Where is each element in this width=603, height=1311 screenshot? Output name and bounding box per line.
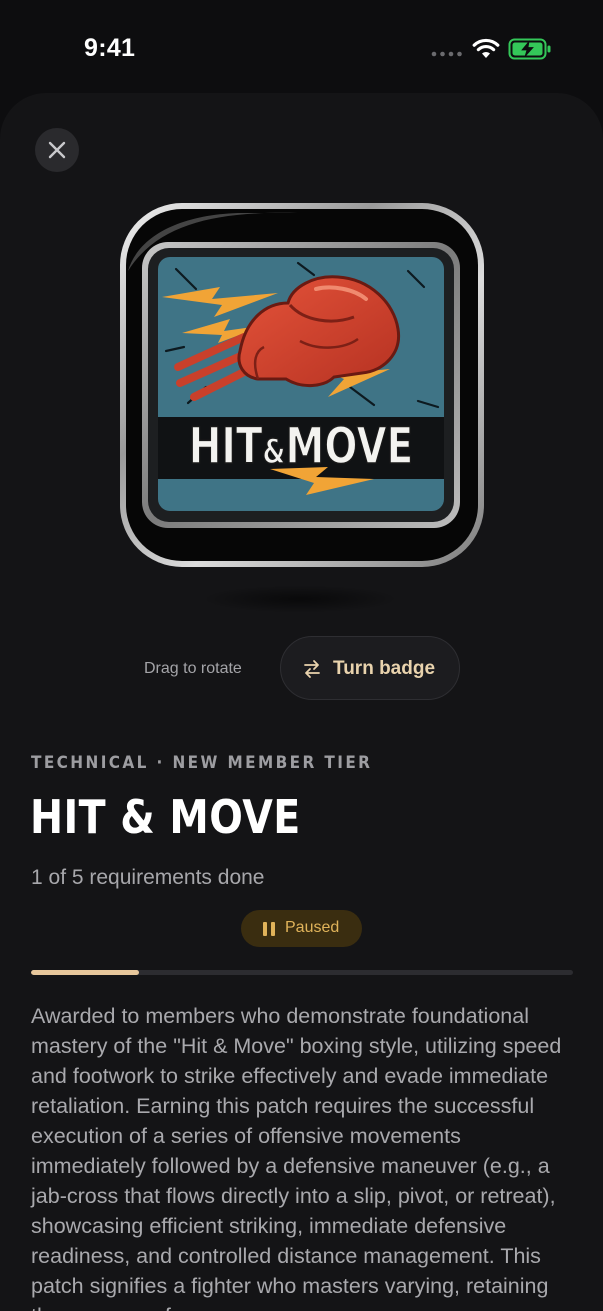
status-badge: Paused <box>241 910 362 947</box>
turn-badge-button[interactable]: Turn badge <box>280 636 460 700</box>
badge-category: TECHNICAL · NEW MEMBER TIER <box>31 753 373 773</box>
progress-bar <box>31 970 573 975</box>
status-bar: 9:41 <box>0 0 603 96</box>
rotate-controls: Drag to rotate Turn badge <box>0 636 603 702</box>
status-time: 9:41 <box>84 34 136 62</box>
wifi-icon <box>472 38 500 58</box>
cellular-signal-icon <box>431 51 462 57</box>
close-button[interactable] <box>35 128 79 172</box>
badge-text-amp: & <box>262 433 285 472</box>
close-icon <box>48 141 66 159</box>
requirements-progress-text: 1 of 5 requirements done <box>31 866 265 889</box>
badge-detail-screen: 9:41 HIT&MOVE Drag to rotate Turn badge … <box>0 0 603 1311</box>
pause-icon <box>263 922 275 936</box>
badge-text-move: MOVE <box>286 416 414 475</box>
badge-description: Awarded to members who demonstrate found… <box>31 1004 562 1311</box>
svg-text:HIT&MOVE: HIT&MOVE <box>189 416 414 475</box>
progress-bar-fill <box>31 970 140 975</box>
badge-title: HIT & MOVE <box>30 790 301 844</box>
badge-text-hit: HIT <box>189 416 263 475</box>
status-label: Paused <box>285 919 340 936</box>
drag-hint: Drag to rotate <box>144 660 242 677</box>
battery-charging-icon <box>508 38 551 60</box>
swap-arrows-icon <box>304 660 320 678</box>
hit-and-move-badge[interactable]: HIT&MOVE <box>118 201 486 569</box>
turn-badge-label: Turn badge <box>333 658 436 679</box>
badge-shadow <box>200 585 400 613</box>
